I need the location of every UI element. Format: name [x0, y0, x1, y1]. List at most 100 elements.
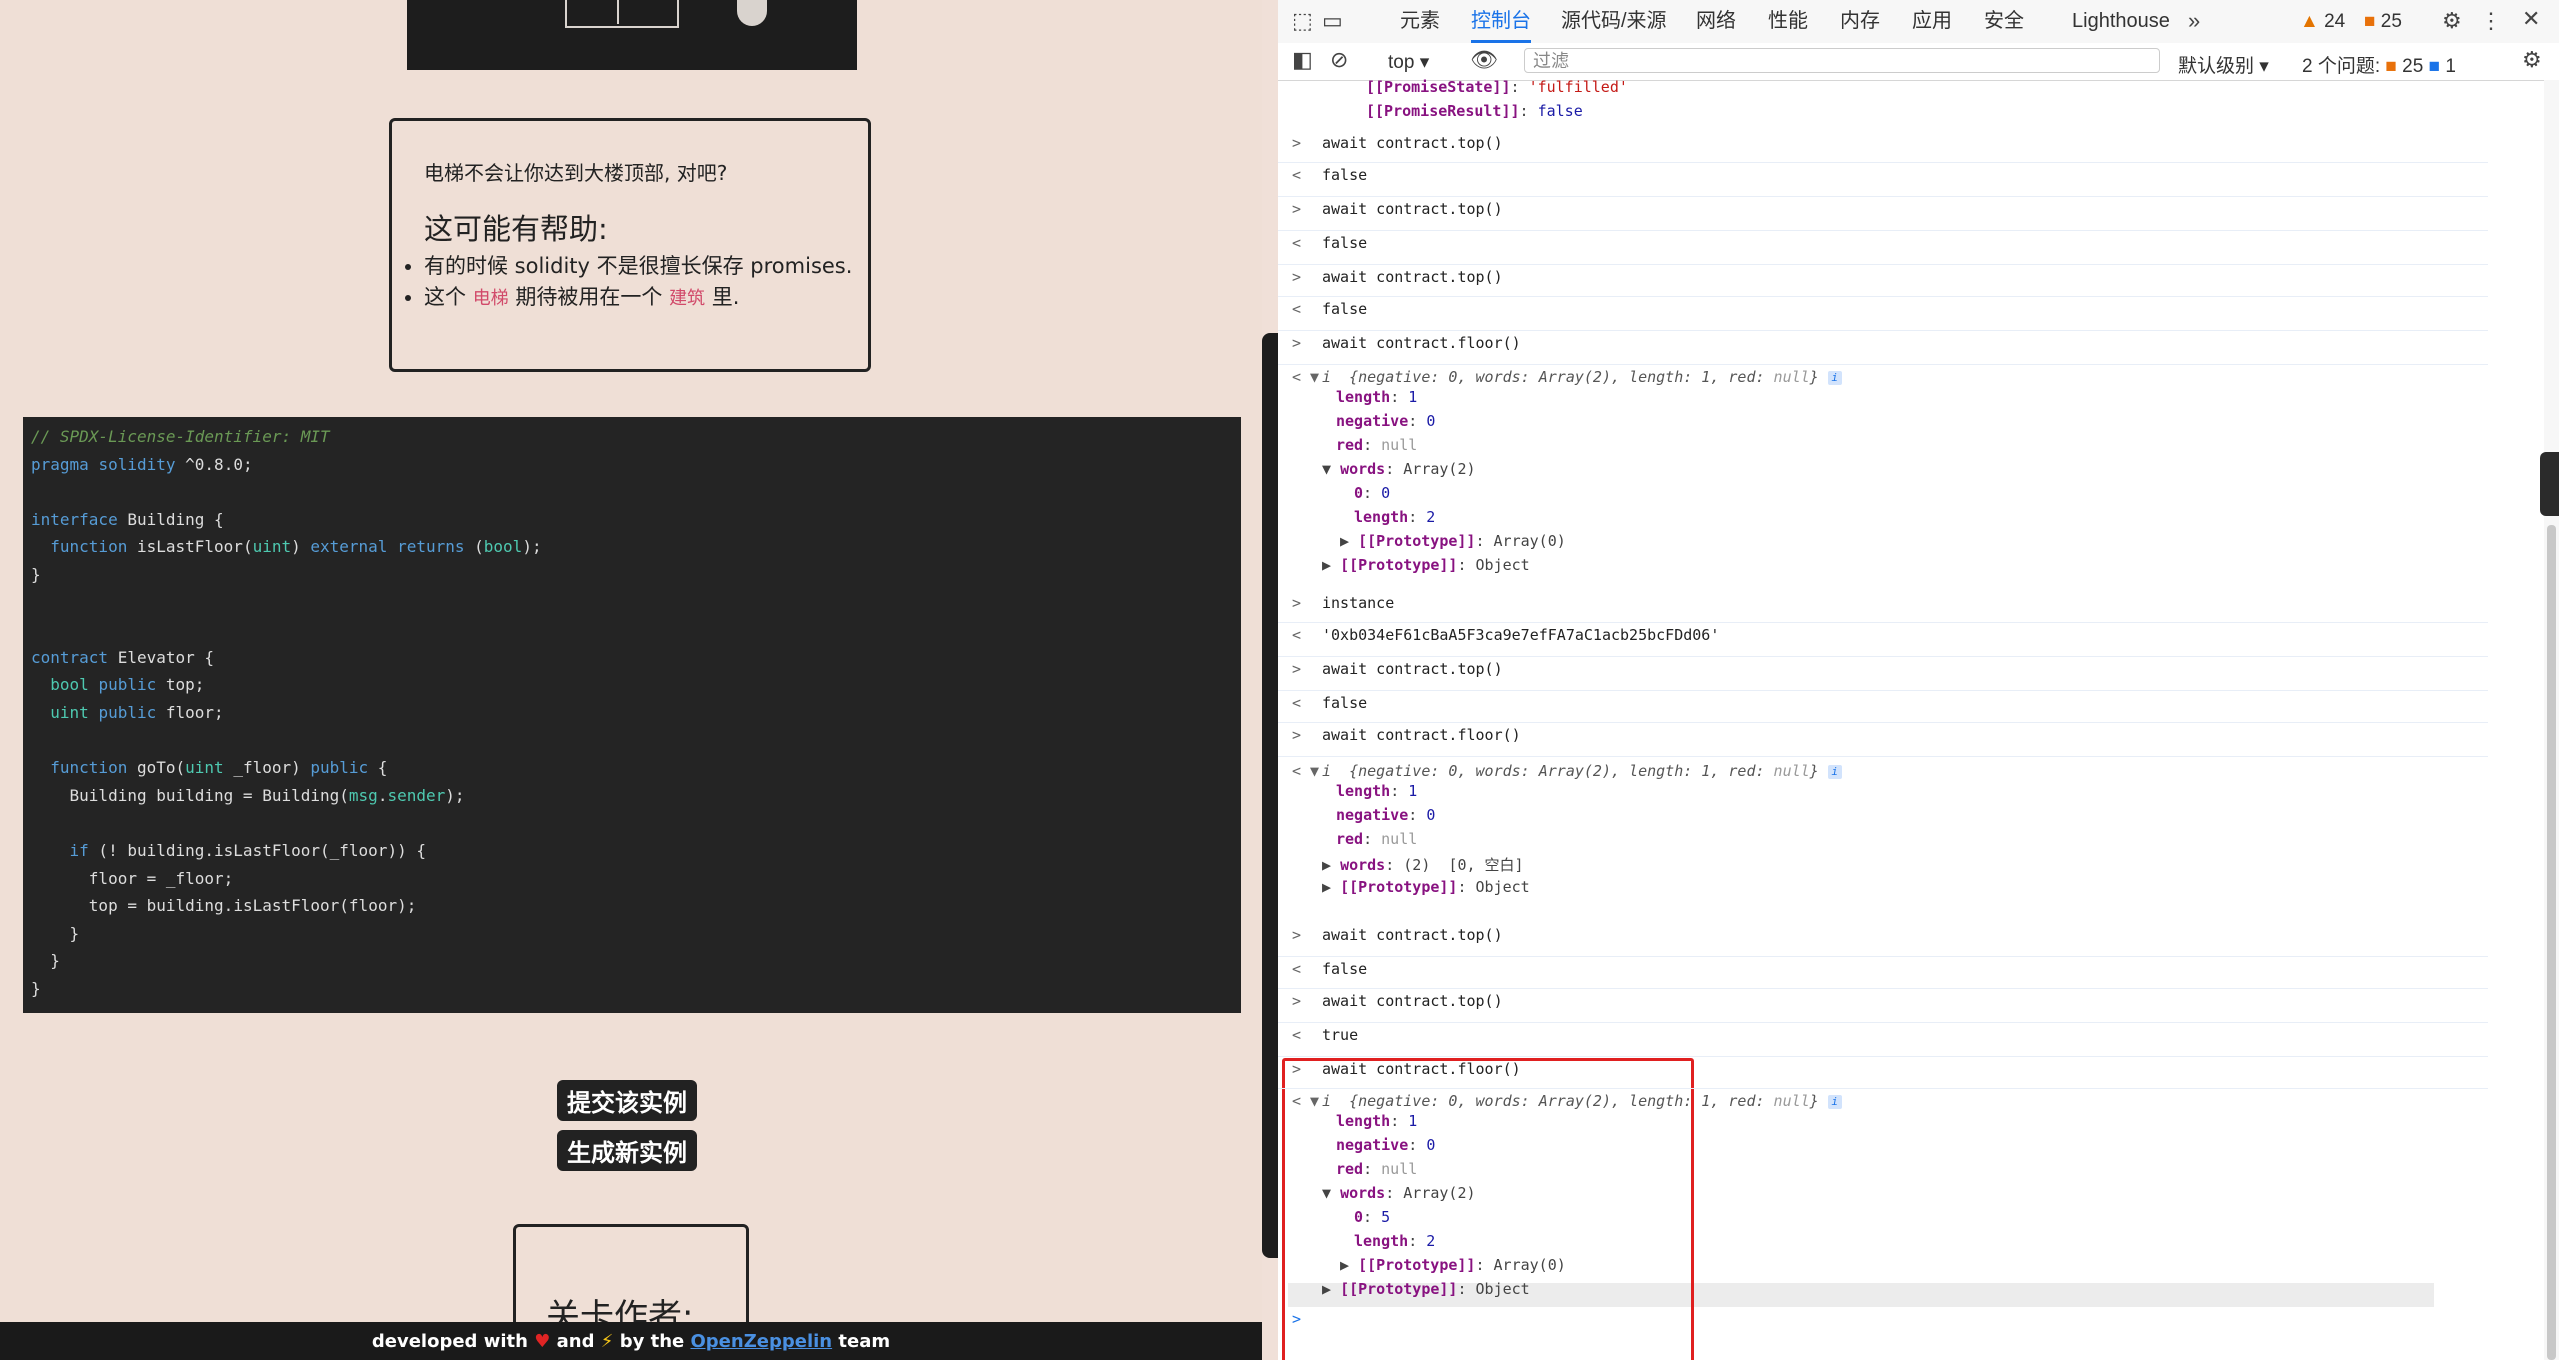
info-icon[interactable]: i [1827, 764, 1842, 779]
tab-network[interactable]: 网络 [1696, 0, 1736, 43]
context-selector[interactable]: top ▾ [1388, 51, 1429, 74]
console-scrollbar[interactable] [2544, 80, 2559, 1360]
errors-count: 25 [2380, 11, 2402, 32]
property-key: [[Prototype]] [1358, 1256, 1476, 1274]
prompt-chevron-icon: > [1292, 268, 1302, 286]
issue-info-icon: ■ [2428, 56, 2441, 77]
page-scrollbar[interactable] [1262, 333, 1278, 1258]
issues-counter[interactable]: 2 个问题: ■ 25 ■ 1 [2302, 51, 2456, 78]
tab-performance[interactable]: 性能 [1768, 0, 1808, 43]
openzeppelin-link[interactable]: OpenZeppelin [691, 1331, 833, 1352]
tab-security[interactable]: 安全 [1984, 0, 2024, 43]
property-key: 0 [1354, 1208, 1364, 1226]
footer: developed with ♥ and ⚡ by the OpenZeppel… [0, 1322, 1262, 1360]
console-input-row[interactable]: > instance [1278, 590, 2488, 623]
prop-words-0: 0: 0 [1354, 484, 1390, 502]
expand-triangle-icon[interactable]: ▶ [1322, 856, 1340, 874]
submit-instance-button[interactable]: 提交该实例 [557, 1080, 697, 1121]
log-level-selector[interactable]: 默认级别 ▾ [2178, 51, 2269, 78]
sidebar-toggle-icon[interactable]: ◧ [1292, 47, 1313, 73]
console-input-row[interactable]: > await contract.top() [1278, 988, 2488, 1023]
info-icon[interactable]: i [1827, 370, 1842, 385]
context-value: top [1388, 52, 1415, 73]
live-expression-eye-icon[interactable]: 👁 [1470, 47, 1498, 73]
property-key: red [1336, 830, 1364, 848]
prop-length: length: 1 [1336, 388, 1417, 406]
separator: : [1408, 412, 1427, 430]
scrollbar-thumb[interactable] [2547, 525, 2556, 1360]
dropdown-arrow-icon: ▾ [2259, 56, 2269, 77]
code-line: function isLastFloor(uint) external retu… [50, 537, 542, 557]
console-input-row[interactable]: > await contract.floor() [1278, 1056, 2488, 1089]
expand-triangle-icon: < ▼ [1292, 368, 1320, 386]
hint-text: 有的时候 solidity 不是很擅长保存 promises. [424, 254, 853, 278]
tab-console[interactable]: 控制台 [1471, 0, 1531, 43]
settings-gear-icon[interactable]: ⚙ [2442, 8, 2462, 34]
filter-input[interactable]: 过滤 [1524, 48, 2160, 73]
code-line: floor = _floor; [88, 868, 234, 888]
expand-triangle-icon[interactable]: ▼ [1322, 1184, 1340, 1202]
tab-memory[interactable]: 内存 [1840, 0, 1880, 43]
console-input-row[interactable]: > await contract.top() [1278, 130, 2488, 163]
expand-triangle-icon[interactable]: ▶ [1322, 878, 1340, 896]
expand-triangle-icon[interactable]: ▼ [1322, 460, 1340, 478]
console-input-row[interactable]: > await contract.top() [1278, 196, 2488, 231]
log-level-value: 默认级别 [2178, 56, 2255, 77]
console-prompt-icon[interactable]: > [1292, 1310, 1301, 1328]
hint-question: 电梯不会让你达到大楼顶部, 对吧? [424, 161, 728, 185]
prop-negative: negative: 0 [1336, 1136, 1435, 1154]
property-value: Array(2) [1403, 460, 1476, 478]
console-settings-icon[interactable]: ⚙ [2522, 47, 2542, 73]
inspect-element-icon[interactable]: ⬚ [1292, 8, 1313, 34]
level-image [407, 0, 857, 70]
console-input-row[interactable]: > await contract.top() [1278, 922, 2488, 957]
console-input-row[interactable]: > await contract.top() [1278, 264, 2488, 297]
expand-triangle-icon: < ▼ [1292, 1092, 1320, 1110]
prop-prototype: ▶ [[Prototype]]: Object [1322, 878, 1530, 896]
close-icon[interactable]: ✕ [2522, 6, 2540, 32]
console-result-row: < '0xb034eF61cBaA5F3ca9e7efFA7aC1acb25bcF… [1278, 622, 2488, 657]
console-text: await contract.floor() [1322, 1060, 1521, 1078]
console-toolbar: ◧ ⊘ top ▾ 👁 过滤 默认级别 ▾ 2 个问题: ■ 25 ■ 1 ⚙ [1278, 43, 2559, 81]
more-tabs-icon[interactable]: » [2188, 8, 2200, 34]
console-text: await contract.top() [1322, 992, 1503, 1010]
console-input-row[interactable]: > await contract.floor() [1278, 330, 2488, 365]
clear-console-icon[interactable]: ⊘ [1330, 47, 1348, 73]
errors-badge[interactable]: ■ 25 [2364, 11, 2402, 33]
promise-result: [[PromiseResult]]: false [1366, 102, 1583, 120]
issues-label: 2 个问题: [2302, 56, 2381, 77]
separator: : [1363, 1160, 1382, 1178]
expand-triangle-icon[interactable]: ▶ [1340, 1256, 1358, 1274]
drawer-handle[interactable] [2540, 452, 2559, 516]
property-value: 0 [1426, 806, 1436, 824]
tab-application[interactable]: 应用 [1912, 0, 1952, 43]
warnings-badge[interactable]: ▲ 24 [2300, 11, 2345, 33]
separator: : [1408, 508, 1427, 526]
info-icon[interactable]: i [1827, 1094, 1842, 1109]
expand-triangle-icon[interactable]: ▶ [1340, 532, 1358, 550]
property-key: words [1340, 856, 1386, 874]
tab-lighthouse[interactable]: Lighthouse [2072, 0, 2170, 43]
device-toolbar-icon[interactable]: ▭ [1322, 8, 1343, 34]
expand-triangle-icon[interactable]: ▶ [1322, 556, 1340, 574]
object-class: i [1322, 762, 1350, 780]
object-preview: } [1809, 368, 1828, 386]
property-key: length [1354, 1232, 1409, 1250]
expand-triangle-icon[interactable]: ▶ [1322, 1280, 1340, 1298]
more-options-icon[interactable]: ⋮ [2480, 8, 2502, 34]
code-line: interface Building { [31, 509, 224, 529]
tab-elements[interactable]: 元素 [1400, 0, 1440, 43]
object-preview-null: null [1773, 368, 1810, 386]
tab-sources[interactable]: 源代码/来源 [1561, 0, 1667, 43]
property-key: [[Prototype]] [1358, 532, 1476, 550]
property-key: [[Prototype]] [1340, 878, 1458, 896]
separator: : [1457, 878, 1476, 896]
code-line: if (! building.isLastFloor(_floor)) { [69, 841, 426, 860]
console-input-row[interactable]: > await contract.top() [1278, 656, 2488, 691]
separator: : [1408, 806, 1427, 824]
object-preview: {negative: 0, words: Array(2), length: 1… [1349, 368, 1774, 386]
new-instance-button[interactable]: 生成新实例 [557, 1130, 697, 1171]
hint-keyword-elevator: 电梯 [472, 288, 509, 309]
console-input-row[interactable]: > await contract.floor() [1278, 722, 2488, 757]
console-text: await contract.top() [1322, 200, 1503, 218]
